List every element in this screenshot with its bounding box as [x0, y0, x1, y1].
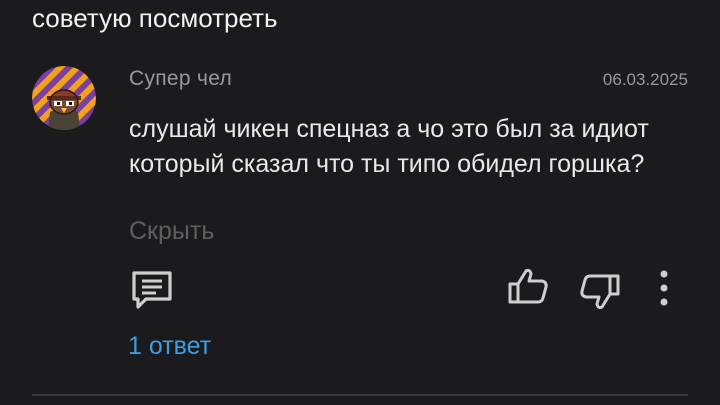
- comment-thread: советую посмотреть Супер чел 06.03.2025 …: [0, 0, 720, 405]
- comment-text: слушай чикен спецназ а чо это был за иди…: [129, 115, 649, 178]
- comment-date: 06.03.2025: [602, 70, 688, 89]
- avatar[interactable]: [32, 66, 96, 130]
- comment-author[interactable]: Супер чел: [129, 66, 232, 92]
- avatar-image: [32, 66, 96, 130]
- thumbs-down-icon[interactable]: [578, 270, 622, 314]
- thumbs-up-icon[interactable]: [506, 266, 550, 310]
- more-vertical-icon[interactable]: [652, 268, 676, 308]
- previous-comment-text: советую посмотреть: [32, 3, 278, 33]
- hide-button[interactable]: Скрыть: [129, 215, 214, 247]
- divider: [32, 394, 688, 396]
- replies-link[interactable]: 1 ответ: [128, 330, 211, 362]
- comment-reply-icon[interactable]: [130, 268, 174, 312]
